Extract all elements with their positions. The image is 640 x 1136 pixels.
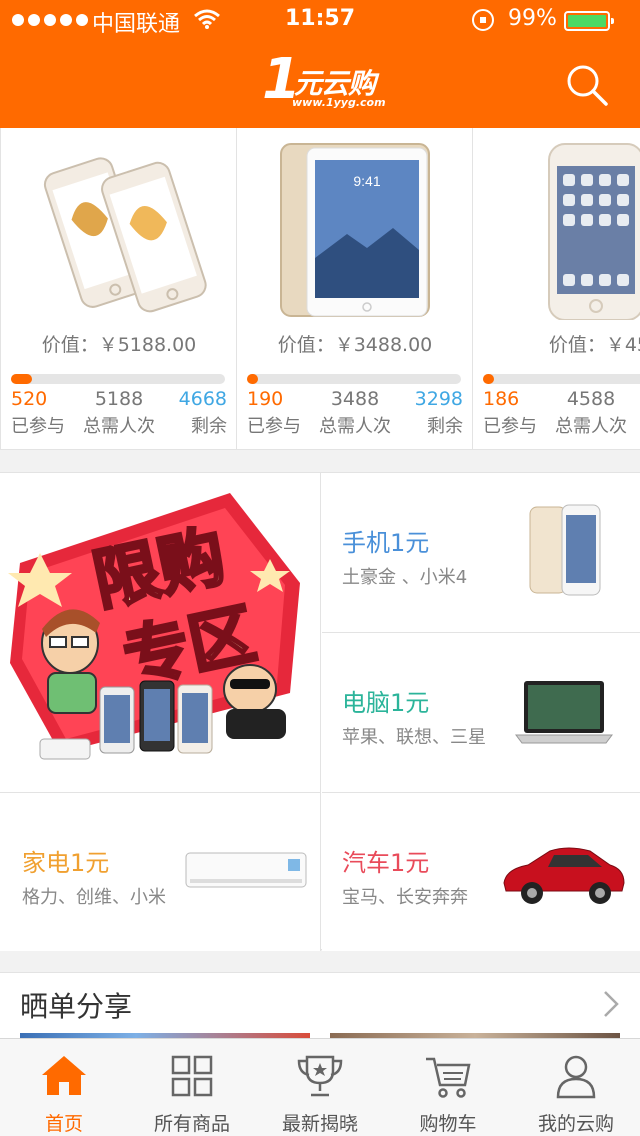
status-bar: 中国联通 11:57 99%	[0, 0, 640, 40]
product-stat-labels: 已参与 总需人次	[483, 412, 640, 437]
app-logo: 1 元云购 www.1yyg.com	[262, 47, 386, 112]
share-title: 晒单分享	[20, 990, 133, 1023]
remaining-count: 4668	[178, 388, 227, 410]
category-subtitle: 苹果、联想、三星	[342, 727, 486, 748]
car-image	[503, 847, 625, 904]
product-stat-labels: 已参与 总需人次 剩余	[11, 412, 227, 437]
rotation-lock-icon	[472, 9, 494, 31]
tab-label: 最新揭晓	[281, 1113, 358, 1135]
remaining-label: 剩余	[191, 416, 227, 437]
trophy-icon	[297, 1055, 343, 1097]
total-count: 4588	[566, 388, 616, 410]
tab-my-account[interactable]: 我的云购	[512, 1039, 640, 1136]
product-stats: 520 5188 4668	[11, 388, 227, 412]
category-computer[interactable]: 电脑1元 苹果、联想、三星	[322, 633, 640, 793]
limited-purchase-banner[interactable]: 限购 专区	[0, 473, 321, 793]
category-subtitle: 土豪金 、小米4	[342, 567, 468, 588]
top-bar: 中国联通 11:57 99% 1 元云购 www.1yyg.com	[0, 0, 640, 128]
product-card[interactable]: 9:41 价值：￥3488.00 190 3488 3298 已参与 总需人次 …	[236, 128, 472, 449]
app-screen: 中国联通 11:57 99% 1 元云购 www.1yyg.com 价值：￥51…	[0, 0, 640, 1136]
remaining-label: 剩余	[427, 416, 463, 437]
tab-label: 所有商品	[153, 1113, 230, 1135]
category-grid: 限购 专区 手机1元 土豪金 、小米4 电脑1元 苹果、联想、三星 家电1元 格…	[0, 472, 640, 951]
category-phone[interactable]: 手机1元 土豪金 、小米4	[322, 473, 640, 633]
total-label: 总需人次	[555, 416, 627, 437]
category-title: 家电1元	[22, 849, 110, 877]
progress-fill	[247, 374, 258, 384]
product-price: 价值：￥5188.00	[41, 334, 197, 356]
cartoon-hero	[41, 609, 100, 714]
tab-cart[interactable]: 购物车	[384, 1039, 512, 1136]
svg-text:9:41: 9:41	[353, 173, 380, 189]
limited-purchase-artwork: 限购 专区	[8, 493, 300, 760]
tab-home[interactable]: 首页	[0, 1039, 128, 1136]
tab-bar: 首页 所有商品 最新揭晓 购物车 我的云购	[0, 1038, 640, 1136]
product-card[interactable]: 价值：￥5188.00 520 5188 4668 已参与 总需人次 剩余	[0, 128, 236, 449]
laptop-image	[515, 681, 613, 744]
ipad-image: 9:41	[280, 143, 430, 317]
progress-fill	[483, 374, 494, 384]
category-appliance[interactable]: 家电1元 格力、创维、小米	[0, 793, 321, 951]
product-carousel[interactable]: 价值：￥5188.00 520 5188 4668 已参与 总需人次 剩余 9:…	[0, 128, 640, 450]
remaining-count: 3298	[414, 388, 463, 410]
tab-latest[interactable]: 最新揭晓	[256, 1039, 384, 1136]
product-stats: 190 3488 3298	[247, 388, 463, 412]
battery-percentage: 99%	[508, 6, 557, 31]
product-stats: 186 4588	[483, 388, 640, 412]
category-car[interactable]: 汽车1元 宝马、长安奔奔	[322, 793, 640, 951]
battery-icon	[564, 11, 614, 31]
tab-label: 首页	[44, 1113, 83, 1135]
grid-icon	[171, 1055, 213, 1097]
product-price: 价值：￥4588	[548, 334, 640, 356]
tab-label: 购物车	[419, 1113, 477, 1135]
iphone-6s-image	[43, 157, 207, 313]
tab-label: 我的云购	[537, 1113, 614, 1135]
progress-bar	[483, 374, 640, 384]
tab-all-products[interactable]: 所有商品	[128, 1039, 256, 1136]
progress-fill	[11, 374, 33, 384]
air-conditioner-image	[185, 852, 307, 888]
category-title: 手机1元	[342, 529, 430, 557]
home-icon	[42, 1056, 86, 1095]
product-stat-labels: 已参与 总需人次 剩余	[247, 412, 463, 437]
cart-icon	[426, 1057, 471, 1098]
product-card[interactable]: 价值：￥4588 186 4588 已参与 总需人次	[472, 128, 640, 449]
progress-bar	[11, 374, 225, 384]
category-title: 汽车1元	[342, 849, 430, 877]
progress-bar	[247, 374, 461, 384]
phone-image	[529, 504, 601, 596]
chevron-right-icon[interactable]	[600, 989, 622, 1019]
iphone-6-image	[548, 143, 640, 320]
user-icon	[556, 1055, 596, 1099]
search-icon[interactable]	[566, 64, 608, 106]
category-subtitle: 格力、创维、小米	[22, 887, 166, 908]
product-price: 价值：￥3488.00	[277, 334, 433, 356]
category-subtitle: 宝马、长安奔奔	[342, 887, 468, 908]
category-title: 电脑1元	[342, 689, 430, 717]
